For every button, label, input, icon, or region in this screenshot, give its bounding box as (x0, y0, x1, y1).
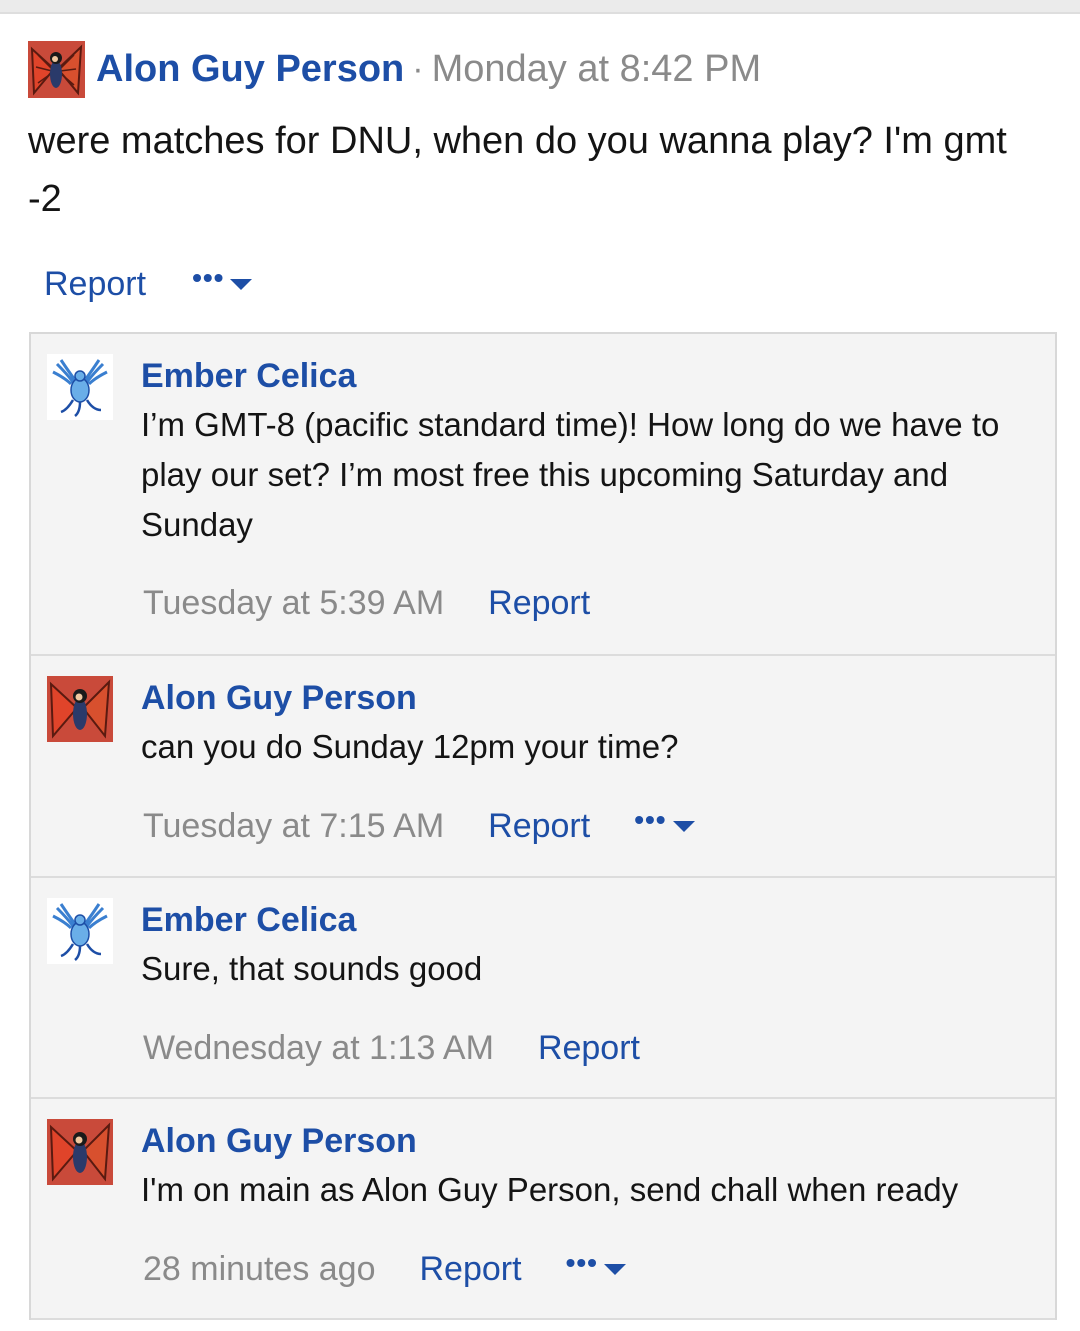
comment-actions: 28 minutes ago Report ••• (143, 1244, 626, 1294)
comment-content: Alon Guy Person I'm on main as Alon Guy … (141, 1099, 1055, 1215)
report-link[interactable]: Report (44, 265, 146, 304)
comment-text: Sure, that sounds good (141, 950, 483, 987)
post-header: Alon Guy Person · Monday at 8:42 PM (28, 40, 1054, 98)
comment-author-link[interactable]: Ember Celica (141, 354, 1055, 398)
comment-item: Alon Guy Person can you do Sunday 12pm y… (31, 656, 1055, 878)
report-link[interactable]: Report (488, 584, 590, 623)
post-timestamp[interactable]: Monday at 8:42 PM (432, 48, 762, 91)
post-actions: Report ••• (28, 254, 1054, 314)
forum-post: Alon Guy Person · Monday at 8:42 PM were… (28, 40, 1054, 314)
more-actions-menu[interactable]: ••• (634, 806, 695, 840)
post-author-link[interactable]: Alon Guy Person (96, 48, 404, 91)
comment-actions: Tuesday at 7:15 AM Report ••• (143, 801, 695, 851)
chevron-down-icon (672, 820, 695, 832)
bird-avatar-icon[interactable] (47, 354, 113, 420)
comments-list: Ember Celica I’m GMT-8 (pacific standard… (29, 332, 1057, 1320)
comment-item: Ember Celica Sure, that sounds good Wedn… (31, 878, 1055, 1099)
butterfly-avatar-icon[interactable] (47, 1119, 113, 1185)
top-divider (0, 0, 1080, 14)
separator-dot: · (412, 49, 424, 88)
comment-text: I’m GMT-8 (pacific standard time)! How l… (141, 406, 1000, 543)
butterfly-avatar-icon[interactable] (28, 40, 85, 98)
more-actions-menu[interactable]: ••• (192, 264, 253, 298)
chevron-down-icon (230, 278, 253, 290)
post-body-text: were matches for DNU, when do you wanna … (28, 120, 1007, 220)
comment-item: Ember Celica I’m GMT-8 (pacific standard… (31, 334, 1055, 656)
comment-item: Alon Guy Person I'm on main as Alon Guy … (31, 1099, 1055, 1320)
ellipsis-icon: ••• (634, 804, 667, 835)
comment-text: can you do Sunday 12pm your time? (141, 728, 679, 765)
comment-timestamp[interactable]: Tuesday at 7:15 AM (143, 807, 444, 846)
comment-author-link[interactable]: Ember Celica (141, 898, 1055, 942)
ellipsis-icon: ••• (192, 262, 225, 293)
report-link[interactable]: Report (488, 807, 590, 846)
comment-actions: Tuesday at 5:39 AM Report (143, 578, 590, 628)
comment-content: Ember Celica Sure, that sounds good (141, 878, 1055, 994)
chevron-down-icon (603, 1263, 626, 1275)
ellipsis-icon: ••• (565, 1247, 598, 1278)
more-actions-menu[interactable]: ••• (566, 1249, 626, 1283)
comment-content: Alon Guy Person can you do Sunday 12pm y… (141, 656, 1055, 772)
comment-text: I'm on main as Alon Guy Person, send cha… (141, 1171, 959, 1208)
report-link[interactable]: Report (420, 1250, 522, 1289)
comment-author-link[interactable]: Alon Guy Person (141, 1119, 1055, 1163)
comment-timestamp[interactable]: 28 minutes ago (143, 1250, 376, 1289)
bird-avatar-icon[interactable] (47, 898, 113, 964)
comment-timestamp[interactable]: Wednesday at 1:13 AM (143, 1029, 494, 1068)
butterfly-avatar-icon[interactable] (47, 676, 113, 742)
comment-timestamp[interactable]: Tuesday at 5:39 AM (143, 584, 444, 623)
report-link[interactable]: Report (538, 1029, 640, 1068)
comment-actions: Wednesday at 1:13 AM Report (143, 1023, 640, 1073)
comment-content: Ember Celica I’m GMT-8 (pacific standard… (141, 334, 1055, 550)
comment-author-link[interactable]: Alon Guy Person (141, 676, 1055, 720)
